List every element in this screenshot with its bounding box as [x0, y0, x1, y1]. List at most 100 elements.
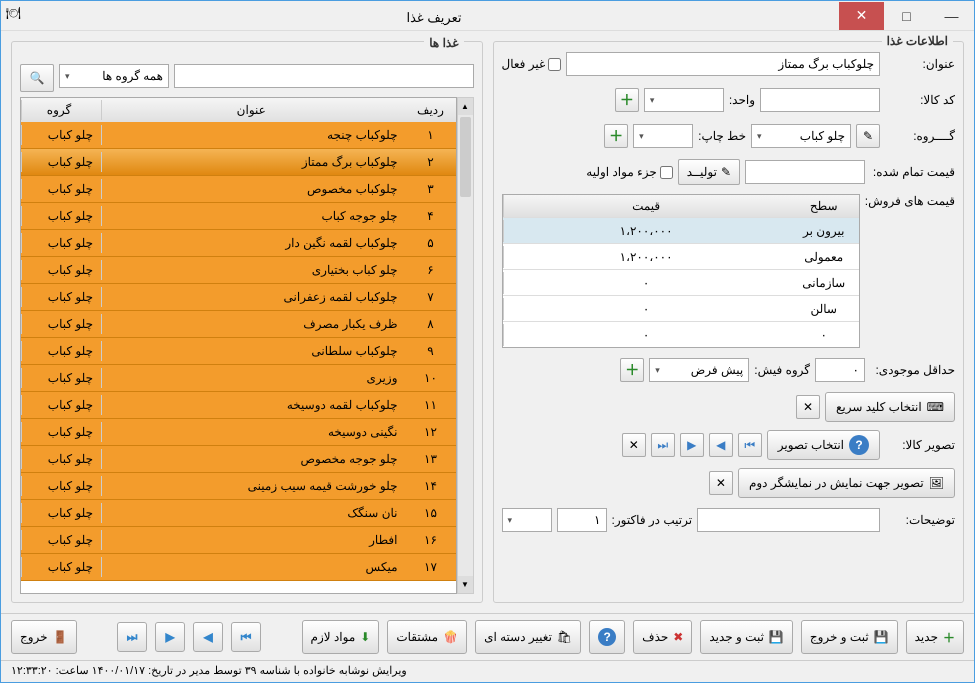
food-row[interactable]: ١٢نگینی دوسیخهچلو کباب [21, 419, 456, 446]
price-header-level: سطح [789, 195, 859, 217]
description-label: توضیحات: [885, 513, 955, 527]
search-button[interactable]: 🔍 [20, 64, 54, 92]
unit-label: واحد: [729, 93, 755, 107]
second-display-image-label: تصویر جهت نمایش در نمایشگر دوم [749, 476, 924, 490]
invoice-order-input[interactable] [557, 508, 607, 532]
help-button[interactable]: ? [589, 620, 625, 654]
nav-first-button[interactable]: ⏮ [231, 622, 261, 652]
new-button[interactable]: ＋جدید [906, 620, 964, 654]
price-row[interactable]: سازمانی٠ [503, 269, 859, 295]
food-table-scrollbar[interactable]: ▲ ▼ [457, 97, 474, 594]
clear-second-image-button[interactable]: ✕ [709, 471, 733, 495]
fish-group-value: پیش فرض [691, 363, 743, 377]
price-row[interactable]: ٠٠ [503, 321, 859, 347]
food-row[interactable]: ١۵نان سنگکچلو کباب [21, 500, 456, 527]
exit-icon: 🚪 [53, 630, 68, 644]
bottom-toolbar: ＋جدید 💾ثبت و خروج 💾ثبت و جدید ✖حذف ? 🛍تغ… [1, 613, 974, 660]
food-info-panel: اطلاعات غذا عنوان: غیر فعال کد کالا: واح… [493, 41, 965, 603]
save-exit-button[interactable]: 💾ثبت و خروج [801, 620, 898, 654]
scroll-thumb[interactable] [460, 117, 471, 197]
produce-button[interactable]: ✎ تولیــد [678, 159, 740, 185]
group-filter-dropdown[interactable]: همه گروه ها ▾ [59, 64, 169, 88]
materials-button[interactable]: ⬇مواد لازم [302, 620, 380, 654]
nav-next-button[interactable]: ▶ [155, 622, 185, 652]
title-input[interactable] [566, 52, 880, 76]
edit-group-button[interactable]: ✎ [856, 124, 880, 148]
clear-image-button[interactable]: ✕ [622, 433, 646, 457]
scroll-up-button[interactable]: ▲ [458, 98, 473, 115]
fish-group-dropdown[interactable]: پیش فرض ▾ [649, 358, 749, 382]
food-row[interactable]: ۵چلوکباب لقمه نگین دارچلو کباب [21, 230, 456, 257]
nav-first-button[interactable]: ⏮ [738, 433, 762, 457]
food-row[interactable]: ٣چلوکباب مخصوصچلو کباب [21, 176, 456, 203]
popcorn-icon: 🍿 [443, 630, 458, 644]
finished-price-label: قیمت تمام شده: [870, 165, 955, 179]
print-line-dropdown[interactable]: ▾ [633, 124, 693, 148]
price-row[interactable]: بیرون بر١،٢٠٠،٠٠٠ [503, 217, 859, 243]
food-row[interactable]: ٨ظرف یکبار مصرفچلو کباب [21, 311, 456, 338]
pencil-icon: ✎ [721, 165, 731, 179]
nav-last-button[interactable]: ⏭ [117, 622, 147, 652]
add-print-line-button[interactable]: ＋ [604, 124, 628, 148]
food-row[interactable]: ۶چلو کباب بختیاریچلو کباب [21, 257, 456, 284]
raw-material-checkbox[interactable] [660, 166, 673, 179]
close-icon: ✕ [803, 400, 813, 414]
food-row[interactable]: ٢چلوکباب برگ ممتازچلو کباب [21, 149, 456, 176]
raw-material-checkbox-wrap[interactable]: جزء مواد اولیه [586, 165, 673, 179]
print-line-label: خط چاپ: [698, 129, 746, 143]
close-icon: ✕ [716, 476, 726, 490]
delete-icon: ✖ [673, 630, 683, 644]
minimize-button[interactable]: — [929, 2, 974, 30]
second-display-image-button[interactable]: 🖼 تصویر جهت نمایش در نمایشگر دوم [738, 468, 955, 498]
quick-key-button[interactable]: ⌨ انتخاب کلید سریع [825, 392, 955, 422]
batch-change-button[interactable]: 🛍تغییر دسته ای [475, 620, 581, 654]
food-row[interactable]: ١چلوکباب چنجهچلو کباب [21, 122, 456, 149]
price-row[interactable]: معمولی١،٢٠٠،٠٠٠ [503, 243, 859, 269]
food-row[interactable]: ۴چلو جوجه کبابچلو کباب [21, 203, 456, 230]
bag-icon: 🛍 [557, 630, 572, 644]
food-row[interactable]: ١۴چلو خورشت قیمه سیب زمینیچلو کباب [21, 473, 456, 500]
item-code-label: کد کالا: [885, 93, 955, 107]
statusbar: ویرایش نوشابه خانواده با شناسه ٣٩ توسط م… [1, 660, 974, 682]
unit-dropdown[interactable]: ▾ [644, 88, 724, 112]
description-input[interactable] [697, 508, 880, 532]
inactive-checkbox[interactable] [548, 58, 561, 71]
save-new-button[interactable]: 💾ثبت و جدید [700, 620, 793, 654]
food-row[interactable]: ١٣چلو جوجه مخصوصچلو کباب [21, 446, 456, 473]
maximize-button[interactable]: □ [884, 2, 929, 30]
nav-last-button[interactable]: ⏭ [651, 433, 675, 457]
nav-next-button[interactable]: ▶ [680, 433, 704, 457]
item-image-label: تصویر کالا: [885, 438, 955, 452]
food-row[interactable]: ١١چلوکباب لقمه دوسیخهچلو کباب [21, 392, 456, 419]
group-dropdown[interactable]: چلو کباب ▾ [751, 124, 851, 148]
image-icon: 🖼 [929, 476, 944, 490]
clear-quick-key-button[interactable]: ✕ [796, 395, 820, 419]
add-fish-group-button[interactable]: ＋ [620, 358, 644, 382]
nav-prev-button[interactable]: ◀ [193, 622, 223, 652]
close-button[interactable]: ✕ [839, 2, 884, 30]
search-input[interactable] [174, 64, 474, 88]
food-row[interactable]: ٧چلوکباب لقمه زعفرانیچلو کباب [21, 284, 456, 311]
invoice-order-spinner[interactable]: ▾ [502, 508, 552, 532]
main-window: ✕ □ — تعریف غذا 🍽 اطلاعات غذا عنوان: غیر… [0, 0, 975, 683]
food-table: ردیف عنوان گروه ١چلوکباب چنجهچلو کباب٢چل… [20, 97, 457, 594]
item-code-input[interactable] [760, 88, 880, 112]
food-row[interactable]: ٩چلوکباب سلطانیچلو کباب [21, 338, 456, 365]
nav-prev-button[interactable]: ◀ [709, 433, 733, 457]
finished-price-input[interactable] [745, 160, 865, 184]
food-header-name: عنوان [101, 100, 406, 120]
food-row[interactable]: ١٧میکسچلو کباب [21, 554, 456, 581]
raw-material-label: جزء مواد اولیه [586, 165, 657, 179]
inactive-checkbox-wrap[interactable]: غیر فعال [502, 57, 562, 71]
food-row[interactable]: ١٠وزیریچلو کباب [21, 365, 456, 392]
select-image-button[interactable]: ? انتخاب تصویر [767, 430, 880, 460]
scroll-down-button[interactable]: ▼ [458, 576, 473, 593]
min-stock-input[interactable] [815, 358, 865, 382]
delete-button[interactable]: ✖حذف [633, 620, 692, 654]
add-unit-button[interactable]: ＋ [615, 88, 639, 112]
group-filter-value: همه گروه ها [102, 69, 163, 83]
price-row[interactable]: سالن٠ [503, 295, 859, 321]
derivatives-button[interactable]: 🍿مشتقات [387, 620, 467, 654]
food-row[interactable]: ١۶افطارچلو کباب [21, 527, 456, 554]
exit-button[interactable]: 🚪خروج [11, 620, 77, 654]
